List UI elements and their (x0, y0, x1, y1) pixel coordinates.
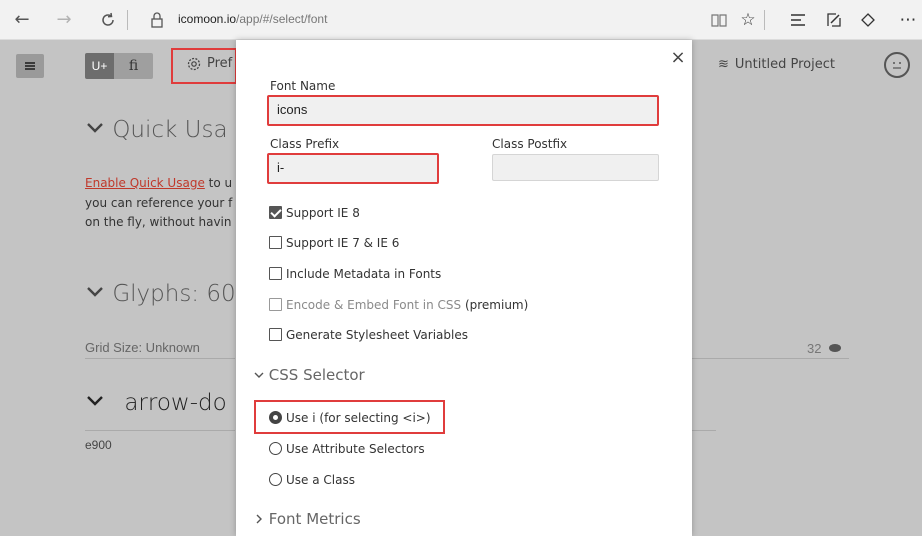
url-domain: icomoon.io (178, 12, 237, 26)
chevron-down-icon (87, 396, 103, 406)
favorite-star-icon[interactable]: ☆ (736, 8, 760, 32)
font-metrics-section[interactable]: Font Metrics (254, 510, 361, 528)
class-prefix-label: Class Prefix (270, 137, 340, 151)
css-selector-title: CSS Selector (268, 366, 365, 384)
quick-usage-line-1: Enable Quick Usage to u (85, 176, 232, 190)
chevron-down-icon (87, 123, 103, 133)
option-label: Encode & Embed Font in CSS (286, 298, 462, 312)
class-postfix-input[interactable] (492, 154, 659, 181)
radio[interactable] (269, 442, 282, 455)
checkbox[interactable] (269, 328, 282, 341)
premium-label: (premium) (464, 298, 529, 312)
url-separator (127, 10, 128, 30)
project-name: Untitled Project (734, 57, 835, 72)
browser-toolbar: ← → icomoon.io/app/#/select/font ☆ ⋯ (0, 0, 922, 40)
option-label: Use i (for selecting <i>) (286, 411, 431, 425)
project-selector[interactable]: ≋ Untitled Project (718, 57, 835, 72)
include-metadata-option[interactable]: Include Metadata in Fonts (269, 266, 441, 284)
chevron-down-icon (87, 287, 103, 297)
more-icon[interactable]: ⋯ (896, 8, 920, 32)
quick-usage-line-3: on the fly, without havin (85, 215, 232, 229)
class-postfix-label: Class Postfix (492, 137, 568, 151)
toolbar-separator (764, 10, 765, 30)
class-prefix-input[interactable]: i- (267, 153, 439, 184)
option-label: Generate Stylesheet Variables (286, 328, 468, 342)
divider (85, 430, 235, 431)
close-icon[interactable]: × (668, 48, 688, 68)
glyph-heading[interactable]: arrow-do (85, 390, 227, 416)
support-ie7-option[interactable]: Support IE 7 & IE 6 (269, 235, 399, 253)
reading-view-icon[interactable] (707, 8, 731, 32)
divider (85, 358, 235, 359)
unicode-toggle[interactable]: U+ (85, 53, 114, 79)
share-icon[interactable] (856, 8, 880, 32)
option-label: Include Metadata in Fonts (286, 267, 442, 281)
ligature-toggle[interactable]: fi (114, 53, 153, 79)
glyph-name: arrow-do (124, 390, 227, 416)
refresh-icon[interactable] (96, 8, 120, 32)
grid-size-label: Grid Size: Unknown (85, 340, 200, 355)
hub-icon[interactable] (786, 8, 810, 32)
url-path: /app/#/select/font (236, 12, 328, 26)
font-name-label: Font Name (270, 79, 336, 93)
checkbox[interactable] (269, 298, 282, 311)
user-face-icon[interactable] (884, 52, 910, 78)
option-label: Use a Class (286, 473, 355, 487)
font-metrics-title: Font Metrics (268, 510, 361, 528)
preferences-button[interactable] (171, 48, 237, 84)
attribute-selectors-option[interactable]: Use Attribute Selectors (269, 441, 425, 459)
grid-size-number: 32 (807, 341, 822, 356)
lock-icon (148, 11, 166, 29)
encode-embed-option[interactable]: Encode & Embed Font in CSS (premium) (269, 297, 528, 315)
hamburger-menu-button[interactable] (16, 54, 44, 78)
glyph-code: e900 (85, 438, 112, 452)
option-label: Support IE 7 & IE 6 (286, 236, 400, 250)
use-i-selector-option[interactable]: Use i (for selecting <i>) (269, 410, 431, 428)
quick-usage-line-2: you can reference your f (85, 196, 233, 210)
use-class-option[interactable]: Use a Class (269, 472, 355, 490)
font-name-input[interactable]: icons (267, 95, 659, 126)
back-arrow-icon[interactable]: ← (10, 8, 34, 32)
glyphs-title: Glyphs: 60 (112, 281, 236, 307)
checkbox[interactable] (269, 236, 282, 249)
stylesheet-variables-option[interactable]: Generate Stylesheet Variables (269, 327, 468, 345)
address-bar[interactable]: icomoon.io/app/#/select/font (178, 12, 327, 26)
quick-usage-heading[interactable]: Quick Usa (85, 117, 228, 143)
chevron-down-icon (254, 372, 264, 378)
web-note-icon[interactable] (822, 8, 846, 32)
radio-selected[interactable] (269, 411, 282, 424)
chevron-right-icon (256, 514, 262, 524)
option-label: Use Attribute Selectors (286, 442, 425, 456)
layers-icon: ≋ (718, 57, 729, 72)
checkbox[interactable] (269, 267, 282, 280)
checkbox-checked[interactable] (269, 206, 282, 219)
eye-icon[interactable] (829, 344, 841, 352)
css-selector-section[interactable]: CSS Selector (254, 366, 365, 384)
quick-usage-line-1-text: to u (204, 176, 233, 190)
divider (692, 358, 849, 359)
radio[interactable] (269, 473, 282, 486)
option-label: Support IE 8 (286, 206, 360, 220)
forward-arrow-icon[interactable]: → (52, 8, 76, 32)
divider (692, 430, 716, 431)
support-ie8-option[interactable]: Support IE 8 (269, 205, 360, 223)
quick-usage-title: Quick Usa (112, 117, 228, 143)
glyphs-heading[interactable]: Glyphs: 60 (85, 281, 236, 307)
enable-quick-usage-link[interactable]: Enable Quick Usage (85, 176, 205, 190)
